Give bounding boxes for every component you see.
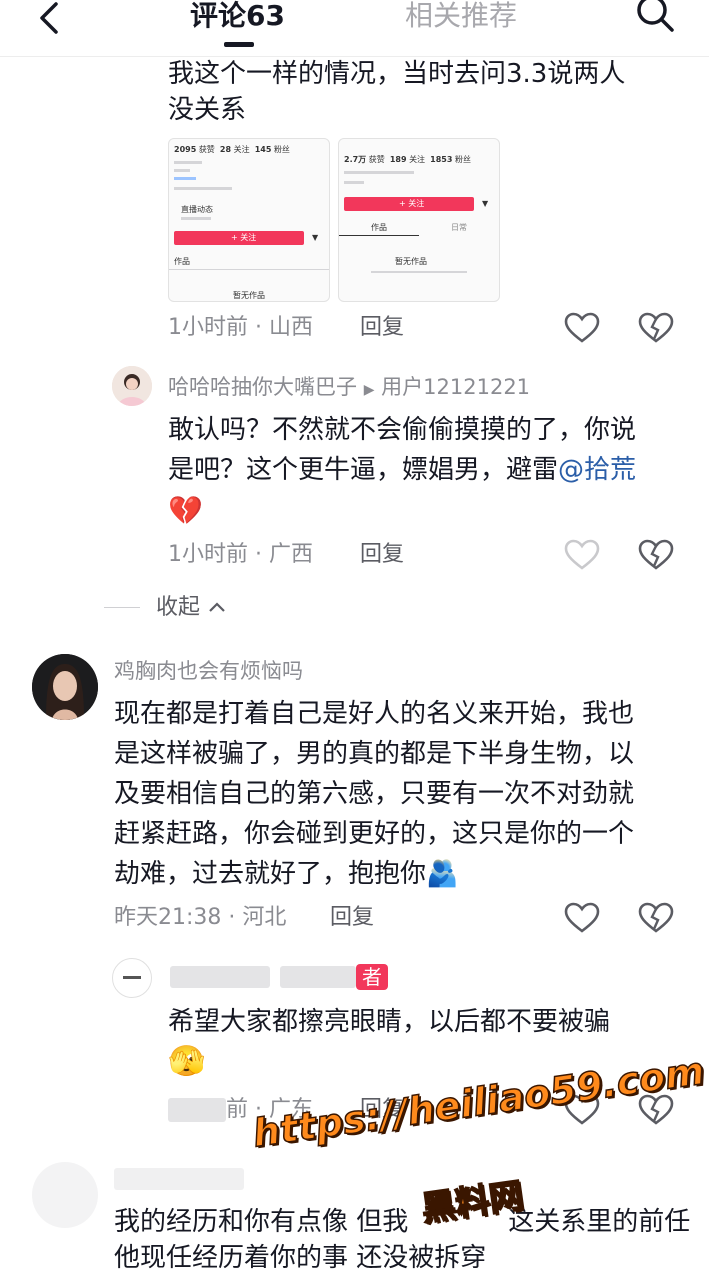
blurred-username — [280, 966, 356, 988]
collapse-divider — [104, 607, 140, 608]
avatar-image — [123, 976, 141, 979]
separator: · — [255, 315, 262, 340]
followers-label: 粉丝 — [454, 155, 471, 164]
following-label: 关注 — [233, 145, 250, 154]
reply-text: 希望大家都擦亮眼睛，以后都不要被骗 — [168, 1007, 611, 1037]
back-arrow-icon[interactable] — [30, 0, 70, 40]
comment-text: 没关系 — [168, 95, 247, 125]
comment-time: 1小时前 — [168, 315, 248, 340]
no-works-label: 暂无作品 — [233, 291, 265, 300]
author-badge: 者 — [356, 964, 388, 990]
comment-text: 是这样被骗了，男的真的都是下半身生物，以 — [114, 739, 635, 769]
peeking-emoji: 🫣 — [168, 1044, 206, 1079]
live-label: 直播动态 — [181, 205, 213, 214]
top-bar: 评论63 相关推荐 — [0, 0, 709, 57]
follow-button-mini: + 关注 — [399, 199, 425, 208]
comment-text-part: 劫难，过去就好了，抱抱你 — [114, 859, 427, 889]
followers-count: 1853 — [430, 155, 453, 164]
comment-text: 现在都是打着自己是好人的名义来开始，我也 — [114, 699, 635, 729]
reply-username-row: 哈哈哈抽你大嘴巴子 ▶ 用户12121221 — [168, 373, 530, 404]
avatar[interactable] — [32, 1162, 98, 1228]
following-count: 28 — [219, 145, 232, 154]
dislike-broken-heart-icon[interactable] — [638, 902, 674, 934]
comment-image-right[interactable]: 2.7万 获赞 189 关注 1853 粉丝 + 关注 ▼ 作品 日常 暂无作品 — [338, 138, 500, 302]
comment-image-left[interactable]: 2095 获赞 28 关注 145 粉丝 直播动态 + 关注 ▼ 作品 暂无作品 — [168, 138, 330, 302]
works-label: 作品 — [174, 257, 190, 266]
reply-button[interactable]: 回复 — [330, 903, 374, 933]
comment-text-part: 我的经历和你有点像 但我 — [114, 1207, 409, 1237]
avatar[interactable] — [112, 958, 152, 998]
reply-arrow-icon: ▶ — [363, 382, 375, 398]
comment-location: 山西 — [269, 315, 314, 340]
likes-count: 2.7万 — [344, 155, 367, 164]
separator: · — [228, 905, 236, 930]
comment-meta: 1小时前 · 山西 — [168, 313, 313, 343]
collapse-label: 收起 — [156, 595, 201, 620]
reply-text: 是吧？这个更牛逼，嫖娼男，避雷@拾荒 — [168, 452, 636, 488]
comment-text: 赶紧赶路，你会碰到更好的，这只是你的一个 — [114, 819, 635, 849]
comment-text: 我这个一样的情况，当时去问3.3说两人 — [168, 59, 626, 89]
reply-text-part: 是吧？这个更牛逼，嫖娼男，避雷 — [168, 455, 559, 485]
mention-link[interactable]: @拾荒 — [558, 455, 636, 485]
avatar-image — [32, 654, 98, 720]
broken-heart-emoji: 💔 — [168, 494, 203, 527]
likes-count: 2095 — [174, 145, 197, 154]
comment-text-part: 这关系里的前任 — [508, 1207, 691, 1237]
reply-button[interactable]: 回复 — [360, 540, 404, 570]
tab-related[interactable]: 相关推荐 — [405, 0, 517, 36]
reply-time: 1小时前 — [168, 542, 248, 567]
likes-label: 获赞 — [368, 155, 385, 164]
daily-tab-mini: 日常 — [451, 223, 467, 232]
blurred-username — [114, 1168, 244, 1190]
tab-active-indicator — [224, 42, 254, 47]
comment-text: 我的经历和你有点像 但我 这关系里的前任 — [114, 1204, 690, 1240]
reply-location: 广西 — [269, 542, 314, 567]
blurred-time — [168, 1098, 226, 1122]
dislike-broken-heart-icon[interactable] — [638, 539, 674, 571]
comment-time: 昨天21:38 — [114, 905, 222, 930]
comment-text: 他现任经历着你的事 还没被拆穿 — [114, 1243, 487, 1273]
reply-button[interactable]: 回复 — [360, 313, 404, 343]
avatar[interactable] — [32, 654, 98, 720]
comment-meta: 昨天21:38 · 河北 — [114, 903, 286, 933]
like-heart-icon[interactable] — [564, 539, 600, 571]
dislike-broken-heart-icon[interactable] — [638, 312, 674, 344]
comment-username[interactable]: 鸡胸肉也会有烦恼吗 — [114, 657, 303, 685]
reply-to-username[interactable]: 用户12121221 — [381, 375, 530, 399]
followers-count: 145 — [254, 145, 272, 154]
following-label: 关注 — [409, 155, 426, 164]
comment-text: 劫难，过去就好了，抱抱你🫂 — [114, 856, 458, 892]
no-works-label: 暂无作品 — [395, 257, 427, 266]
works-tab-mini: 作品 — [371, 223, 387, 232]
collapse-replies-button[interactable]: 收起 — [156, 593, 227, 623]
reply-time: 前 — [226, 1097, 249, 1122]
like-heart-icon[interactable] — [564, 312, 600, 344]
avatar[interactable] — [112, 366, 152, 406]
hug-emoji: 🫂 — [426, 859, 459, 889]
likes-label: 获赞 — [198, 145, 215, 154]
tab-comments[interactable]: 评论63 — [190, 0, 285, 36]
follow-button-mini: + 关注 — [231, 233, 257, 242]
reply-text: 敢认吗？不然就不会偷偷摸摸的了，你说 — [168, 415, 637, 445]
username[interactable]: 哈哈哈抽你大嘴巴子 — [168, 375, 357, 399]
followers-label: 粉丝 — [273, 145, 290, 154]
following-count: 189 — [389, 155, 407, 164]
chevron-up-icon — [209, 602, 225, 612]
comment-text: 及要相信自己的第六感，只要有一次不对劲就 — [114, 779, 635, 809]
blurred-username — [170, 966, 270, 988]
reply-meta: 1小时前 · 广西 — [168, 540, 313, 570]
like-heart-icon[interactable] — [564, 902, 600, 934]
separator: · — [255, 542, 262, 567]
comment-location: 河北 — [242, 905, 287, 930]
search-icon[interactable] — [634, 0, 676, 36]
avatar-image — [112, 366, 152, 406]
